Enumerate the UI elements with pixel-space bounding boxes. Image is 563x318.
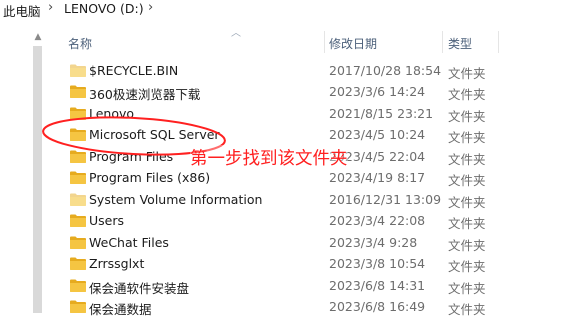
folder-icon [70, 193, 86, 206]
file-type: 文件夹 [448, 66, 486, 81]
file-modified-date: 2023/3/4 22:08 [329, 213, 426, 228]
column-header: ︿ 名称 修改日期 类型 [46, 26, 563, 56]
file-name: System Volume Information [89, 192, 263, 207]
file-name: 360极速浏览器下载 [89, 87, 201, 102]
column-divider[interactable] [324, 31, 325, 53]
file-name: Microsoft SQL Server [89, 127, 220, 142]
folder-icon [70, 107, 86, 120]
file-type: 文件夹 [448, 259, 486, 274]
breadcrumb-drive[interactable]: LENOVO (D:) [64, 1, 144, 16]
breadcrumb-this-pc[interactable]: 此电脑 [3, 1, 41, 20]
file-type: 文件夹 [448, 152, 486, 167]
file-name: 保会通软件安装盘 [89, 281, 190, 296]
folder-icon [70, 64, 86, 77]
sort-ascending-icon: ︿ [231, 28, 241, 39]
file-row[interactable]: Lenovo 2021/8/15 23:21 文件夹 [46, 103, 563, 124]
file-type: 文件夹 [448, 238, 486, 253]
file-name: Lenovo [89, 106, 135, 121]
file-modified-date: 2021/8/15 23:21 [329, 106, 434, 121]
scroll-up-arrow-icon[interactable]: ▲ [31, 30, 45, 44]
file-name: 保会通数据 [89, 302, 152, 317]
folder-icon [70, 150, 86, 163]
folder-icon [70, 279, 86, 292]
file-name: Program Files [89, 149, 174, 164]
column-type-header[interactable]: 类型 [448, 35, 472, 52]
breadcrumb-separator-icon[interactable]: › [48, 0, 53, 15]
column-name-header[interactable]: 名称 [68, 35, 92, 52]
column-date-header[interactable]: 修改日期 [329, 35, 377, 52]
file-name: Users [89, 213, 125, 228]
folder-icon [70, 300, 86, 313]
file-modified-date: 2023/3/6 14:24 [329, 84, 426, 99]
folder-icon [70, 257, 86, 270]
file-name: $RECYCLE.BIN [89, 63, 179, 78]
breadcrumb: 此电脑 › LENOVO (D:) › [0, 0, 563, 22]
file-row[interactable]: System Volume Information 2016/12/31 13:0… [46, 189, 563, 210]
folder-icon [70, 214, 86, 227]
file-row[interactable]: Users 2023/3/4 22:08 文件夹 [46, 210, 563, 231]
folder-icon [70, 128, 86, 141]
navigation-pane [0, 22, 30, 313]
file-modified-date: 2023/4/5 10:24 [329, 127, 426, 142]
file-modified-date: 2023/4/19 8:17 [329, 170, 426, 185]
file-type: 文件夹 [448, 302, 486, 317]
file-type: 文件夹 [448, 130, 486, 145]
file-modified-date: 2016/12/31 13:09 [329, 192, 442, 207]
folder-icon [70, 171, 86, 184]
file-modified-date: 2023/3/8 10:54 [329, 256, 426, 271]
breadcrumb-chevron-icon[interactable]: › [148, 0, 153, 15]
file-row[interactable]: 保会通软件安装盘 2023/6/8 14:31 文件夹 [46, 275, 563, 296]
column-divider[interactable] [442, 31, 443, 53]
file-type: 文件夹 [448, 87, 486, 102]
file-row[interactable]: Program Files (x86) 2023/4/19 8:17 文件夹 [46, 167, 563, 188]
file-row[interactable]: 360极速浏览器下载 2023/3/6 14:24 文件夹 [46, 81, 563, 102]
file-row[interactable]: Zrrssglxt 2023/3/8 10:54 文件夹 [46, 253, 563, 274]
folder-icon [70, 236, 86, 249]
column-divider[interactable] [498, 31, 499, 53]
file-row[interactable]: Microsoft SQL Server 2023/4/5 10:24 文件夹 [46, 124, 563, 145]
file-type: 文件夹 [448, 281, 486, 296]
file-type: 文件夹 [448, 109, 486, 124]
folder-icon [70, 85, 86, 98]
file-modified-date: 2023/3/4 9:28 [329, 235, 418, 250]
file-name: Zrrssglxt [89, 256, 145, 271]
file-type: 文件夹 [448, 216, 486, 231]
file-name: Program Files (x86) [89, 170, 211, 185]
file-modified-date: 2023/6/8 16:49 [329, 299, 426, 314]
file-row[interactable]: $RECYCLE.BIN 2017/10/28 18:54 文件夹 [46, 60, 563, 81]
file-modified-date: 2023/6/8 14:31 [329, 278, 426, 293]
file-row[interactable]: 保会通数据 2023/6/8 16:49 文件夹 [46, 296, 563, 317]
file-type: 文件夹 [448, 195, 486, 210]
file-name: WeChat Files [89, 235, 169, 250]
file-row[interactable]: WeChat Files 2023/3/4 9:28 文件夹 [46, 232, 563, 253]
scrollbar[interactable] [33, 46, 42, 313]
annotation-label: 第一步找到该文件夹 [190, 145, 348, 170]
file-type: 文件夹 [448, 173, 486, 188]
file-modified-date: 2017/10/28 18:54 [329, 63, 442, 78]
